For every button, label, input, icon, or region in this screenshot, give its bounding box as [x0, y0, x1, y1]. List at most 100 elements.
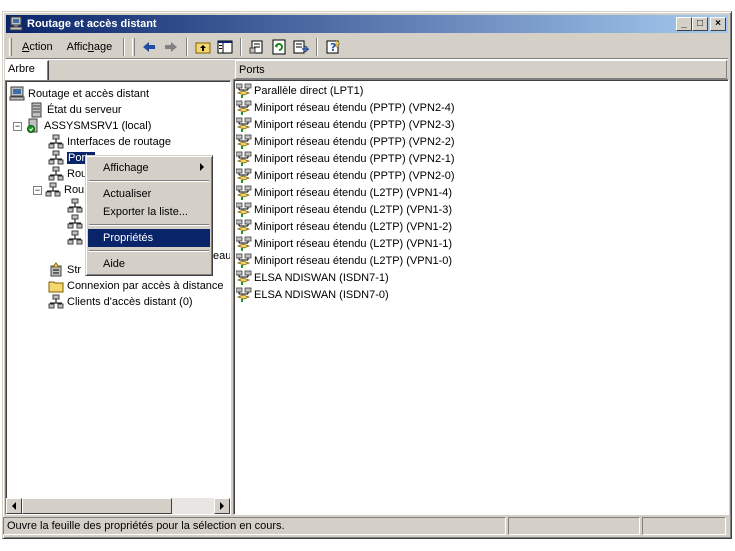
- refresh-button[interactable]: [269, 38, 289, 56]
- toolbar-grip[interactable]: [9, 37, 12, 56]
- tree-horizontal-scrollbar[interactable]: [6, 498, 230, 514]
- tree-item-label: Routage et accès distant: [28, 88, 150, 100]
- menu-label: Affichage: [103, 162, 149, 174]
- tree-item-label: eau: [213, 250, 231, 262]
- context-menu-view[interactable]: Affichage: [88, 159, 210, 177]
- tree-pane[interactable]: Routage et accès distant État du serveur…: [5, 80, 231, 515]
- port-row[interactable]: Miniport réseau étendu (L2TP) (VPN1-1): [236, 235, 452, 252]
- properties-button[interactable]: [247, 38, 267, 56]
- port-icon: [236, 117, 252, 132]
- port-icon: [236, 236, 252, 251]
- network-icon: [45, 182, 61, 197]
- collapse-toggle[interactable]: −: [33, 185, 42, 195]
- port-row[interactable]: Parallèle direct (LPT1): [236, 82, 363, 99]
- toolbar-separator: [240, 37, 243, 56]
- port-row[interactable]: Miniport réseau étendu (L2TP) (VPN1-3): [236, 201, 452, 218]
- tree-item-assysmsrv1[interactable]: − ASSYSMSRV1 (local): [13, 118, 151, 134]
- port-icon: [236, 270, 252, 285]
- network-icon: [48, 166, 64, 181]
- port-label: Miniport réseau étendu (L2TP) (VPN1-4): [254, 186, 453, 199]
- ports-list[interactable]: Parallèle direct (LPT1) Miniport réseau é…: [233, 79, 729, 515]
- minimize-button[interactable]: _: [676, 17, 692, 31]
- port-row[interactable]: Miniport réseau étendu (PPTP) (VPN2-4): [236, 99, 455, 116]
- port-row[interactable]: Miniport réseau étendu (PPTP) (VPN2-3): [236, 116, 455, 133]
- menu-separator: [89, 180, 209, 182]
- show-tree-button[interactable]: [215, 38, 235, 56]
- network-icon: [48, 150, 64, 165]
- menu-toolbar: Action Affichage ?: [6, 35, 728, 59]
- network-icon: [48, 134, 64, 149]
- title-bar[interactable]: Routage et accès distant _ □ ×: [6, 15, 728, 33]
- port-row[interactable]: Miniport réseau étendu (PPTP) (VPN2-2): [236, 133, 455, 150]
- menu-label: Actualiser: [103, 188, 152, 200]
- scroll-left-button[interactable]: [6, 498, 22, 514]
- forward-arrow-icon: [165, 41, 178, 52]
- tree-item-label: Connexion par accès à distance: [67, 280, 224, 292]
- scroll-thumb[interactable]: [22, 498, 172, 514]
- folder-icon: [48, 281, 64, 293]
- svg-text:?: ?: [330, 41, 336, 54]
- port-label: ELSA NDISWAN (ISDN7-0): [254, 288, 389, 301]
- tree-item-label: Interfaces de routage: [67, 136, 171, 148]
- help-button[interactable]: ?: [323, 38, 343, 56]
- scroll-right-button[interactable]: [214, 498, 230, 514]
- tree-item-routing-interfaces[interactable]: Interfaces de routage: [48, 134, 171, 150]
- tree-item-remote-clients[interactable]: Clients d'accès distant (0): [48, 294, 193, 310]
- tree-item-sub-3[interactable]: [67, 230, 86, 246]
- toolbar-separator: [316, 37, 319, 56]
- tree-item-label: Clients d'accès distant (0): [67, 296, 193, 308]
- port-row[interactable]: Miniport réseau étendu (L2TP) (VPN1-2): [236, 218, 452, 235]
- port-label: Miniport réseau étendu (L2TP) (VPN1-0): [254, 254, 453, 267]
- collapse-toggle[interactable]: −: [13, 121, 22, 131]
- routing-app-icon: [9, 16, 23, 31]
- menu-view[interactable]: Affichage: [60, 39, 120, 55]
- tree-item-sub-1[interactable]: [67, 198, 86, 214]
- port-row[interactable]: Miniport réseau étendu (PPTP) (VPN2-1): [236, 150, 455, 167]
- forward-button[interactable]: [161, 38, 181, 56]
- properties-icon: [249, 40, 263, 53]
- tab-tree[interactable]: Arbre: [5, 60, 49, 80]
- tree-item-rou-1[interactable]: Rou: [48, 166, 87, 182]
- port-row[interactable]: Miniport réseau étendu (PPTP) (VPN2-0): [236, 167, 455, 184]
- context-menu-refresh[interactable]: Actualiser: [88, 185, 210, 203]
- status-text: Ouvre la feuille des propriétés pour la …: [3, 517, 506, 535]
- port-row[interactable]: Miniport réseau étendu (L2TP) (VPN1-0): [236, 252, 452, 269]
- tree-item-sub-2[interactable]: [67, 214, 86, 230]
- help-icon: ?: [326, 38, 341, 54]
- menu-separator: [89, 250, 209, 252]
- ports-column-header[interactable]: Ports: [235, 60, 727, 79]
- tree-item-str[interactable]: Str: [48, 262, 81, 278]
- context-menu-properties[interactable]: Propriétés: [88, 229, 210, 247]
- context-menu-export-list[interactable]: Exporter la liste...: [88, 203, 210, 221]
- arrow-left-icon: [12, 502, 16, 510]
- port-icon: [236, 100, 252, 115]
- close-button[interactable]: ×: [710, 17, 726, 31]
- back-button[interactable]: [139, 38, 159, 56]
- back-arrow-icon: [143, 41, 156, 52]
- port-label: Miniport réseau étendu (L2TP) (VPN1-2): [254, 220, 453, 233]
- tree-item-label: Rou: [64, 184, 85, 196]
- show-hide-tree-icon: [217, 40, 233, 53]
- policy-icon: [50, 262, 62, 277]
- up-level-button[interactable]: [193, 38, 213, 56]
- scroll-track[interactable]: [172, 498, 214, 514]
- tree-item-clipped-text: eau: [213, 248, 231, 264]
- server-green-icon: [27, 118, 38, 133]
- port-icon: [236, 134, 252, 149]
- port-row[interactable]: ELSA NDISWAN (ISDN7-1): [236, 269, 389, 286]
- tree-item-rou-2[interactable]: − Rou: [33, 182, 84, 198]
- menu-separator: [89, 224, 209, 226]
- export-list-button[interactable]: [291, 38, 311, 56]
- context-menu-help[interactable]: Aide: [88, 255, 210, 273]
- toolbar-grip-2[interactable]: [132, 37, 136, 56]
- port-row[interactable]: Miniport réseau étendu (L2TP) (VPN1-4): [236, 184, 452, 201]
- menu-action[interactable]: Action: [15, 39, 60, 55]
- port-row[interactable]: ELSA NDISWAN (ISDN7-0): [236, 286, 389, 303]
- tree-item-root[interactable]: Routage et accès distant: [9, 86, 149, 102]
- network-icon: [67, 214, 83, 229]
- maximize-button[interactable]: □: [692, 17, 708, 31]
- tree-item-dialup-connection[interactable]: Connexion par accès à distance: [48, 278, 224, 294]
- tree-item-server-status[interactable]: État du serveur: [28, 102, 122, 118]
- status-bar: Ouvre la feuille des propriétés pour la …: [3, 517, 732, 535]
- network-icon: [67, 198, 83, 213]
